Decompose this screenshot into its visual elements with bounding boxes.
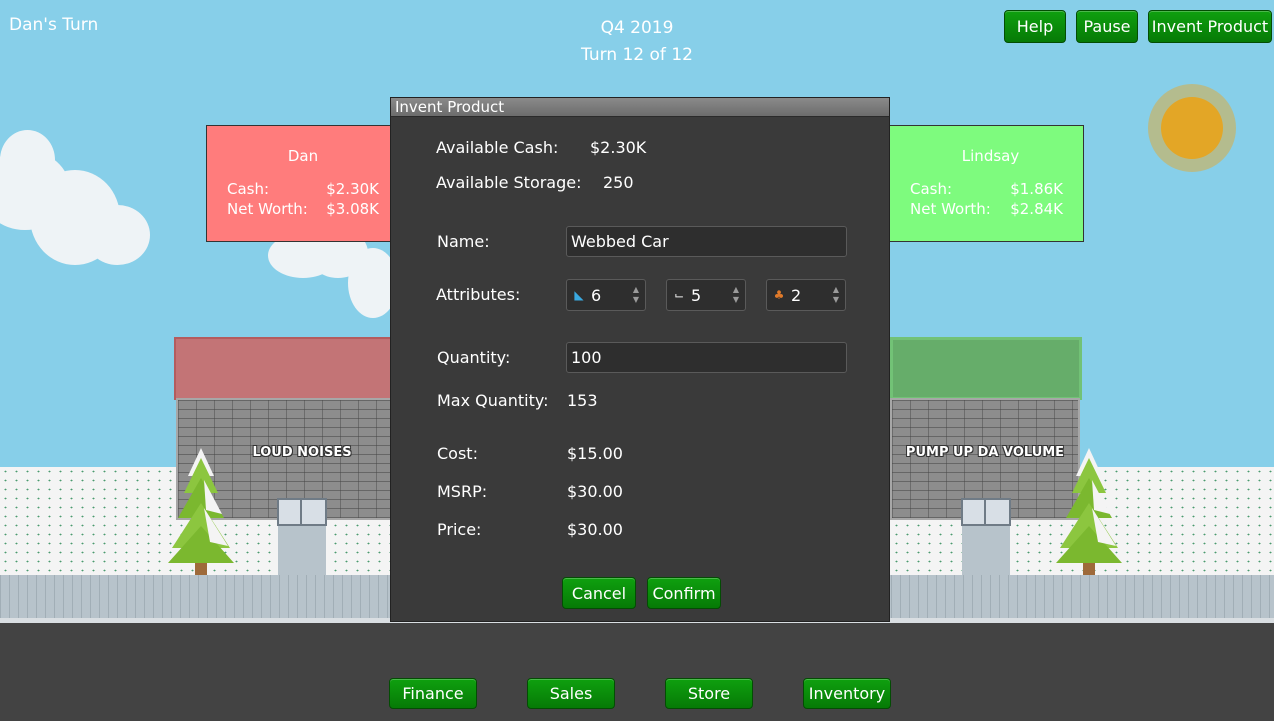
dialog-title: Invent Product [391, 98, 889, 117]
msrp-label: MSRP: [437, 482, 488, 501]
attribute-stepper-2[interactable]: ⌙ 5 ▲ ▼ [666, 279, 746, 311]
networth-label: Net Worth: [910, 200, 991, 218]
max-quantity-label: Max Quantity: [437, 391, 549, 410]
store-awning-lindsay [890, 337, 1082, 400]
sales-button[interactable]: Sales [527, 678, 615, 709]
player-name: Lindsay [961, 147, 1020, 165]
stepper-arrows-icon[interactable]: ▲ ▼ [827, 285, 845, 305]
pause-button[interactable]: Pause [1076, 10, 1138, 43]
store-button[interactable]: Store [665, 678, 753, 709]
shoe-icon: ⌙ [673, 288, 685, 302]
stepper-arrows-icon[interactable]: ▲ ▼ [727, 285, 745, 305]
sun-icon [1161, 97, 1223, 159]
store-door-dan[interactable] [277, 498, 327, 526]
available-cash-label: Available Cash: [436, 138, 559, 157]
store-door-lindsay[interactable] [961, 498, 1011, 526]
attribute-stepper-3[interactable]: ♣ 2 ▲ ▼ [766, 279, 846, 311]
cash-value: $2.30K [326, 180, 379, 198]
cancel-button[interactable]: Cancel [562, 577, 636, 609]
tree-right [1056, 448, 1122, 578]
store-awning-dan [174, 337, 392, 400]
networth-value: $3.08K [326, 200, 379, 218]
invent-product-button[interactable]: Invent Product [1148, 10, 1272, 43]
msrp-value: $30.00 [567, 482, 623, 501]
available-storage-label: Available Storage: [436, 173, 582, 192]
cost-label: Cost: [437, 444, 478, 463]
networth-label: Net Worth: [227, 200, 308, 218]
product-name-input[interactable]: Webbed Car [566, 226, 847, 257]
finance-button[interactable]: Finance [389, 678, 477, 709]
attributes-label: Attributes: [436, 285, 521, 304]
attribute-value-1: 6 [591, 285, 602, 305]
walkway-lindsay [962, 526, 1010, 578]
walkway-dan [278, 526, 326, 578]
stepper-arrows-icon[interactable]: ▲ ▼ [627, 285, 645, 305]
boot-icon: ◣ [574, 288, 584, 302]
networth-value: $2.84K [1010, 200, 1063, 218]
price-value: $30.00 [567, 520, 623, 539]
cloud-left [0, 130, 150, 270]
invent-product-dialog: Invent Product Available Cash: $2.30K Av… [390, 97, 890, 622]
player-card-dan: Dan Cash: $2.30K Net Worth: $3.08K [206, 125, 392, 242]
max-quantity-value: 153 [567, 391, 598, 410]
name-label: Name: [437, 232, 490, 251]
attribute-value-2: 5 [691, 285, 702, 305]
cash-value: $1.86K [1010, 180, 1063, 198]
quantity-label: Quantity: [437, 348, 511, 367]
attribute-stepper-1[interactable]: ◣ 6 ▲ ▼ [566, 279, 646, 311]
player-name: Dan [287, 147, 319, 165]
attribute-value-3: 2 [791, 285, 802, 305]
help-button[interactable]: Help [1004, 10, 1066, 43]
turn-counter: Turn 12 of 12 [581, 45, 693, 65]
available-cash-value: $2.30K [590, 138, 647, 157]
confirm-button[interactable]: Confirm [647, 577, 721, 609]
available-storage-value: 250 [603, 173, 634, 192]
player-card-lindsay: Lindsay Cash: $1.86K Net Worth: $2.84K [889, 125, 1084, 242]
quantity-input[interactable]: 100 [566, 342, 847, 373]
tree-left [168, 448, 234, 578]
store-sign-lindsay: PUMP UP DA VOLUME [905, 445, 1065, 460]
inventory-button[interactable]: Inventory [803, 678, 891, 709]
road [0, 623, 1274, 721]
price-label: Price: [437, 520, 482, 539]
cost-value: $15.00 [567, 444, 623, 463]
cash-label: Cash: [227, 180, 270, 198]
cluster-icon: ♣ [773, 288, 785, 302]
cash-label: Cash: [910, 180, 953, 198]
